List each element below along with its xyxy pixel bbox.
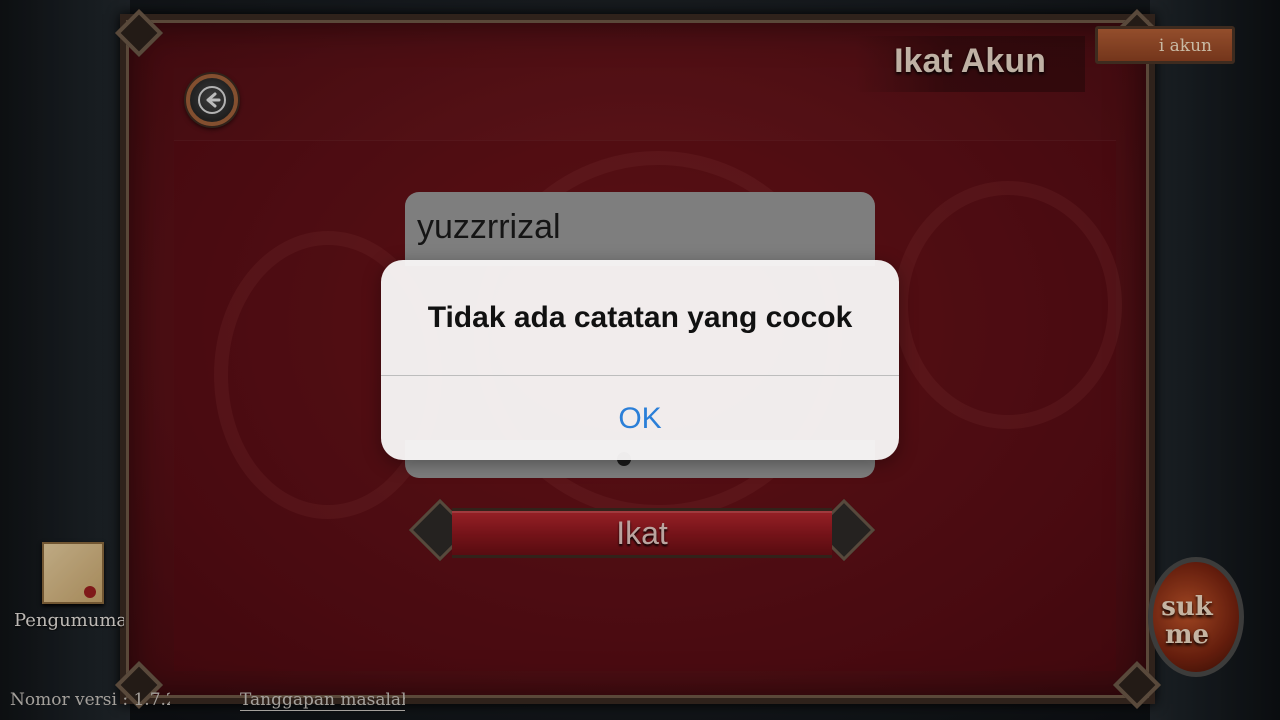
alert-message: Tidak ada catatan yang cocok	[427, 301, 853, 334]
ok-button[interactable]: OK	[381, 376, 899, 460]
alert-dialog: Tidak ada catatan yang cocok OK	[381, 260, 899, 460]
